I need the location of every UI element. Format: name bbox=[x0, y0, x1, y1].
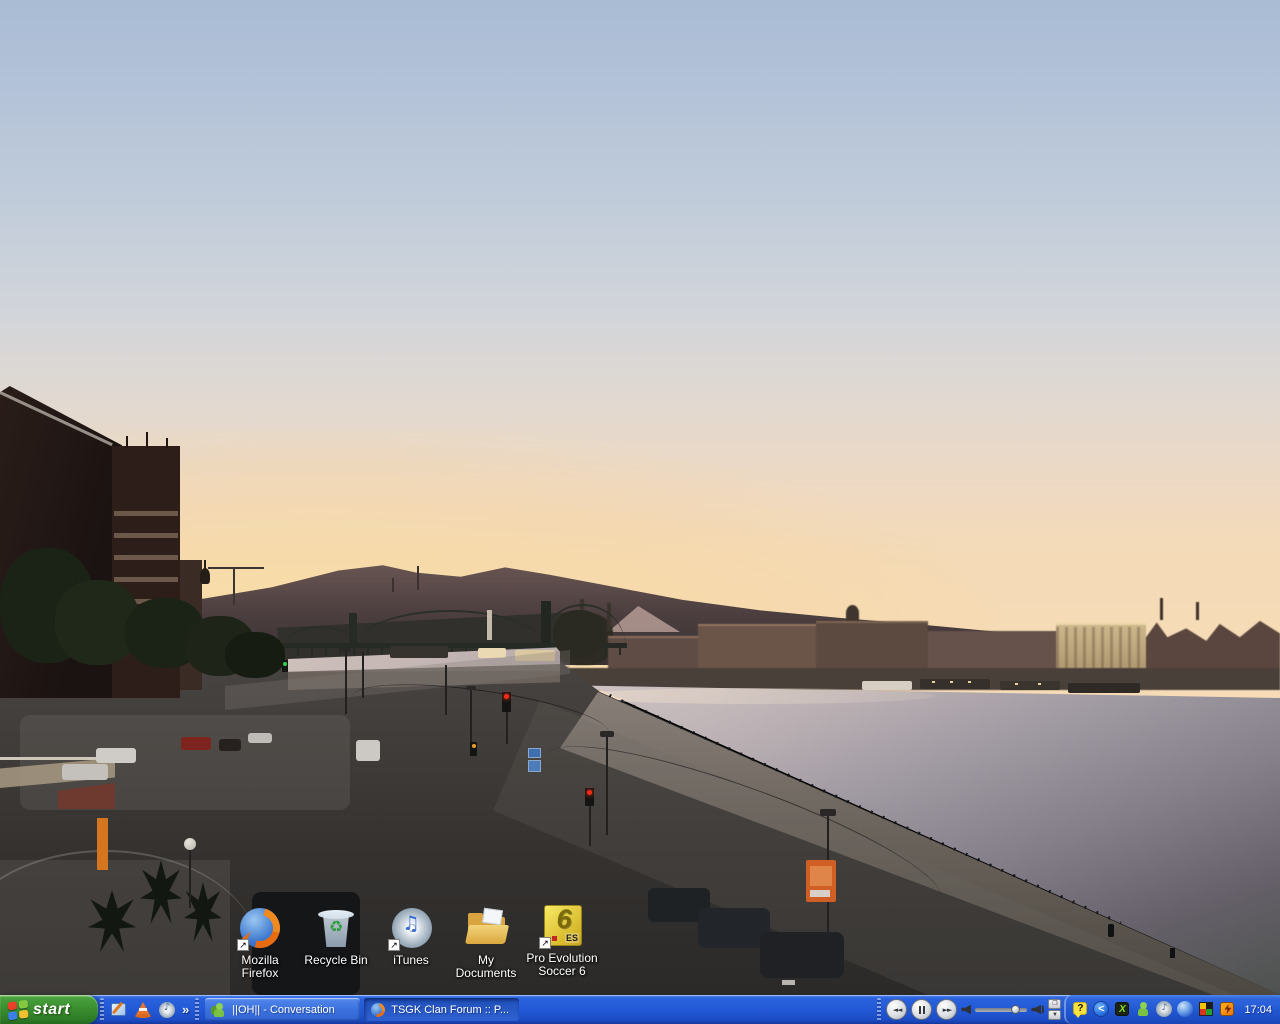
dark-car bbox=[760, 932, 844, 978]
white-van bbox=[356, 740, 380, 761]
crane bbox=[208, 567, 264, 569]
window-title: TSGK Clan Forum :: P... bbox=[391, 1004, 509, 1016]
firefox-icon bbox=[370, 1002, 386, 1018]
blue-sign bbox=[528, 760, 541, 772]
itunes-icon: ♫ ↗ bbox=[388, 905, 434, 951]
silver-car bbox=[62, 764, 108, 780]
show-desktop-icon[interactable] bbox=[110, 1001, 128, 1019]
quick-launch-handle[interactable] bbox=[100, 998, 104, 1021]
start-button[interactable]: start bbox=[0, 995, 98, 1024]
desktop-icon-pes6[interactable]: 6 ES ↗ Pro Evolution Soccer 6 bbox=[524, 903, 600, 978]
itunes-deskband: ◄◄ ►► ❐ ▼ bbox=[883, 995, 1064, 1024]
amber-light bbox=[472, 744, 476, 748]
previous-track-button[interactable]: ◄◄ bbox=[886, 999, 907, 1020]
shortcut-arrow-icon: ↗ bbox=[539, 937, 551, 949]
itunes-tray-icon[interactable]: ♪ bbox=[1156, 1001, 1173, 1018]
msn-messenger-icon bbox=[211, 1002, 227, 1018]
red-car bbox=[181, 737, 211, 750]
xfire-tray-icon[interactable]: X bbox=[1114, 1001, 1131, 1018]
deskband-restore-button[interactable]: ❐ bbox=[1048, 999, 1061, 1009]
person bbox=[1108, 924, 1114, 937]
itunes-quicklaunch-icon[interactable]: ♪ bbox=[158, 1001, 176, 1019]
volume-high-icon bbox=[1031, 1004, 1044, 1015]
hidden-icons-chevron[interactable]: < bbox=[1093, 1001, 1110, 1018]
msn-messenger-tray-icon[interactable] bbox=[1135, 1001, 1152, 1018]
taskbar-button-firefox-forum[interactable]: TSGK Clan Forum :: P... bbox=[364, 998, 519, 1021]
desktop[interactable]: ↗ Mozilla Firefox ♻ Recycle Bin ♫ ↗ iTun… bbox=[0, 0, 1280, 995]
recycle-bin-icon: ♻ bbox=[313, 905, 359, 951]
shortcut-arrow-icon: ↗ bbox=[388, 939, 400, 951]
icon-label: iTunes bbox=[373, 954, 449, 967]
deskband-handle[interactable] bbox=[877, 998, 881, 1021]
barge bbox=[390, 646, 448, 658]
quick-launch-bar: ♪ » bbox=[106, 995, 193, 1024]
ball-lamp bbox=[184, 838, 196, 850]
antenna bbox=[392, 578, 394, 592]
quicktime-tray-icon[interactable] bbox=[1177, 1001, 1194, 1018]
license-plate bbox=[782, 980, 795, 985]
orange-banner bbox=[97, 818, 108, 870]
pes6-icon: 6 ES ↗ bbox=[539, 903, 585, 949]
volume-slider[interactable] bbox=[975, 1008, 1027, 1012]
four-color-tray-icon[interactable] bbox=[1198, 1001, 1215, 1018]
icon-label: Pro Evolution Soccer 6 bbox=[524, 952, 600, 978]
icon-label: Mozilla Firefox bbox=[222, 954, 298, 980]
red-light bbox=[587, 790, 592, 795]
quick-launch-overflow-chevron[interactable]: » bbox=[182, 1001, 189, 1019]
tray-clock[interactable]: 17:04 bbox=[1244, 1004, 1272, 1016]
taskbar-handle[interactable] bbox=[195, 998, 199, 1021]
firefox-icon: ↗ bbox=[237, 905, 283, 951]
start-label: start bbox=[33, 1001, 70, 1019]
white-car bbox=[248, 733, 272, 743]
crane-mast bbox=[233, 567, 235, 605]
desktop-icon-firefox[interactable]: ↗ Mozilla Firefox bbox=[222, 905, 298, 980]
desktop-icon-itunes[interactable]: ♫ ↗ iTunes bbox=[373, 905, 449, 967]
icon-label: My Documents bbox=[448, 954, 524, 980]
shortcut-arrow-icon: ↗ bbox=[237, 939, 249, 951]
blue-sign bbox=[528, 748, 541, 758]
task-buttons: ||OH|| - Conversation TSGK Clan Forum ::… bbox=[201, 995, 519, 1024]
red-light bbox=[504, 694, 509, 699]
bridge-pylon bbox=[487, 610, 492, 640]
white-car bbox=[96, 748, 136, 763]
tv-tower bbox=[417, 566, 419, 590]
dark-car bbox=[219, 739, 241, 751]
icon-label: Recycle Bin bbox=[298, 954, 374, 967]
my-documents-icon bbox=[463, 905, 509, 951]
window-title: ||OH|| - Conversation bbox=[232, 1004, 335, 1016]
help-question-icon[interactable]: ? bbox=[1072, 1001, 1089, 1018]
next-track-button[interactable]: ►► bbox=[936, 999, 957, 1020]
taskbar-button-msn-conversation[interactable]: ||OH|| - Conversation bbox=[205, 998, 360, 1021]
volume-low-icon bbox=[961, 1005, 971, 1015]
vlc-icon[interactable] bbox=[134, 1001, 152, 1019]
deskband-dropdown-button[interactable]: ▼ bbox=[1048, 1010, 1061, 1020]
system-tray: ? < X ♪ 17:04 bbox=[1064, 995, 1280, 1024]
pause-button[interactable] bbox=[911, 999, 932, 1020]
bollard bbox=[1170, 948, 1175, 958]
city-skyline bbox=[553, 593, 1280, 690]
volume-knob[interactable] bbox=[1011, 1005, 1020, 1014]
winamp-tray-icon[interactable] bbox=[1219, 1001, 1236, 1018]
screen: ↗ Mozilla Firefox ♻ Recycle Bin ♫ ↗ iTun… bbox=[0, 0, 1280, 1024]
green-light bbox=[283, 662, 287, 666]
windows-logo-icon bbox=[8, 999, 29, 1020]
desktop-icon-my-documents[interactable]: My Documents bbox=[448, 905, 524, 980]
taskbar: start ♪ » ||OH|| - Conversation bbox=[0, 995, 1280, 1024]
desktop-icon-recycle-bin[interactable]: ♻ Recycle Bin bbox=[298, 905, 374, 967]
lit-boat bbox=[478, 648, 506, 658]
